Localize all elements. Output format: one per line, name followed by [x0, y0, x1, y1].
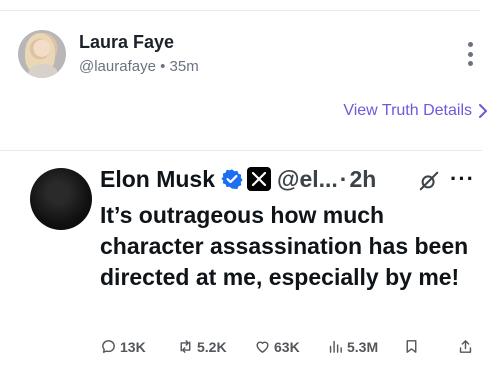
chevron-right-icon[interactable]	[478, 104, 488, 118]
view-count: 5.3M	[347, 338, 379, 355]
repost-icon	[180, 340, 191, 353]
views-button[interactable]: 5.3M	[327, 338, 378, 355]
like-button[interactable]: 63K	[254, 338, 300, 355]
meta-separator: ·	[339, 165, 348, 192]
repost-button[interactable]: 5.2K	[177, 338, 227, 355]
verified-badge-icon	[221, 169, 243, 190]
top-divider	[0, 10, 480, 11]
reply-icon	[102, 340, 115, 353]
view-truth-details-link[interactable]: View Truth Details	[343, 102, 472, 120]
embedded-post: Elon Musk @el... · 2h ··· It’s outrageou…	[20, 162, 480, 362]
avatar-body	[28, 64, 58, 78]
repost-count: 5.2K	[197, 338, 227, 355]
bookmark-button[interactable]	[403, 338, 423, 355]
share-icon	[459, 340, 472, 353]
reply-button[interactable]: 13K	[100, 338, 146, 355]
avatar[interactable]	[18, 30, 66, 78]
section-divider	[0, 150, 482, 151]
post-actions: 13K 5.2K 63K 5.3M	[100, 338, 480, 360]
like-count: 63K	[274, 338, 300, 355]
meta-separator: •	[160, 58, 166, 75]
x-logo-icon	[247, 167, 272, 191]
more-options-icon[interactable]: ···	[450, 166, 475, 192]
embedded-post-age: 2h	[349, 165, 377, 192]
dot	[468, 42, 473, 47]
share-button[interactable]	[457, 338, 477, 355]
dot	[468, 61, 473, 66]
embedded-author-handle[interactable]: @el...	[277, 166, 338, 193]
post-text: It’s outrageous how much character assas…	[100, 202, 469, 290]
author-name[interactable]: Laura Faye	[79, 32, 174, 53]
reply-count: 13K	[120, 338, 146, 355]
post-age: 35m	[169, 58, 199, 75]
embedded-avatar[interactable]	[30, 168, 92, 230]
dot	[468, 51, 473, 57]
grok-icon[interactable]	[418, 170, 440, 192]
truth-post-header: Laura Faye @laurafaye • 35m	[18, 30, 482, 80]
author-meta: @laurafaye • 35m	[79, 58, 199, 75]
heart-icon	[256, 341, 269, 353]
views-icon	[329, 340, 342, 353]
bookmark-icon	[406, 340, 417, 353]
more-options-icon[interactable]	[468, 42, 474, 66]
embedded-author-name[interactable]: Elon Musk	[100, 166, 215, 193]
author-handle[interactable]: @laurafaye	[79, 58, 156, 75]
embedded-post-header: Elon Musk @el... · 2h	[100, 164, 376, 194]
